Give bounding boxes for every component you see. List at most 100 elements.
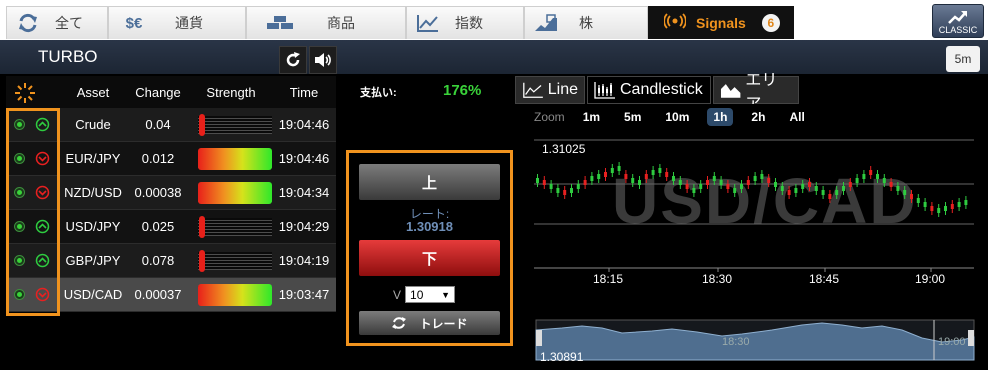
asset-change: 0.025: [141, 219, 175, 234]
candle-body: [672, 176, 675, 181]
strength-meter: [198, 113, 272, 136]
line-chart-icon: [523, 82, 543, 98]
header-asset: Asset: [76, 84, 110, 100]
put-button[interactable]: 下: [359, 240, 500, 276]
candle-body: [570, 188, 573, 193]
strength-cell: [190, 113, 272, 136]
trade-box: 上 レート: 1.30918 下 V 10 ▼ トレード: [346, 150, 513, 346]
navigator-tick-label: 18:30: [722, 336, 750, 348]
price-low-label: 1.30891: [540, 350, 584, 364]
strength-cell: [190, 283, 272, 306]
candle-body: [794, 188, 798, 193]
price-high-label: 1.31025: [542, 142, 586, 156]
area-chart-icon: [720, 84, 741, 98]
panel-titlebar: TURBO 5m: [0, 40, 988, 74]
candle-body: [624, 174, 628, 179]
amount-row: V 10 ▼: [393, 286, 456, 303]
rate-value: 1.30918: [406, 219, 453, 234]
strength-meter: [198, 215, 272, 238]
asset-time: 19:04:34: [278, 185, 330, 200]
signal-highlight-frame: [6, 108, 60, 316]
amount-select[interactable]: 10 ▼: [405, 286, 456, 303]
classic-button[interactable]: CLASSIC: [932, 4, 984, 38]
x-tick-label: 18:45: [809, 272, 840, 286]
tab-area-chart[interactable]: エリア: [713, 72, 799, 113]
candle-body: [828, 194, 832, 199]
tab-candlestick-chart[interactable]: Candlestick: [587, 76, 711, 104]
candle-body: [678, 180, 682, 185]
navigator-left-handle[interactable]: [536, 330, 542, 346]
sound-button[interactable]: [309, 46, 337, 74]
stock-icon: [533, 12, 559, 34]
candle-body: [563, 190, 567, 195]
x-tick-label: 18:30: [702, 272, 733, 286]
candle-body: [712, 176, 716, 181]
line-chart-icon: [415, 12, 441, 34]
candle-body: [726, 184, 730, 189]
tab-currency[interactable]: $€ 通貨: [108, 6, 246, 39]
candle-body: [740, 184, 743, 189]
strength-meter: [198, 283, 272, 306]
table-header: Asset Change Strength Time: [6, 76, 336, 108]
speaker-icon: [315, 53, 331, 67]
refresh-icon: [286, 52, 300, 67]
candle-body: [774, 182, 777, 187]
strength-meter-fill: [199, 249, 205, 272]
price-chart[interactable]: Zoom 1m 5m 10m 1h 2h All USD/CAD 1.31025…: [522, 104, 982, 370]
candle-body: [542, 180, 546, 185]
navigator-right-handle[interactable]: [968, 330, 974, 346]
strength-meter-fill: [199, 113, 205, 136]
tab-all[interactable]: 全て: [6, 6, 108, 39]
amount-value: 10: [410, 287, 424, 302]
tab-indices[interactable]: 指数: [406, 6, 524, 39]
signals-count-badge: 6: [761, 13, 780, 32]
currency-icon: $€: [125, 14, 143, 32]
tab-candlestick-label: Candlestick: [620, 81, 703, 98]
candle-body: [896, 186, 900, 191]
refresh-button[interactable]: [279, 46, 307, 74]
candle-body: [882, 178, 886, 183]
gold-bars-icon: [263, 12, 297, 34]
candle-body: [910, 194, 913, 199]
x-tick-label: 19:00: [915, 272, 946, 286]
trade-button[interactable]: トレード: [359, 311, 500, 335]
tab-line-chart-label: Line: [547, 81, 578, 98]
candle-body: [651, 170, 655, 175]
strength-meter-track: [198, 251, 272, 270]
candle-body: [699, 184, 703, 189]
candle-body: [760, 174, 764, 179]
candlestick-plot: [534, 139, 975, 361]
candle-body: [746, 180, 750, 185]
candle-body: [801, 184, 805, 189]
tab-line-chart[interactable]: Line: [515, 76, 585, 104]
tab-signals[interactable]: Signals 6: [648, 6, 794, 39]
candle-body: [814, 186, 818, 191]
sun-icon[interactable]: [14, 82, 36, 109]
tab-indices-label: 指数: [455, 15, 483, 31]
strength-meter: [198, 181, 272, 204]
candle-body: [944, 206, 947, 211]
timeframe-button[interactable]: 5m: [946, 46, 980, 72]
strength-meter-fill: [199, 215, 205, 238]
candle-body: [590, 176, 594, 181]
candle-body: [536, 178, 539, 183]
call-button[interactable]: 上: [359, 164, 500, 200]
tab-stocks[interactable]: 株: [524, 6, 648, 39]
candle-body: [923, 202, 927, 207]
candle-body: [835, 190, 839, 195]
candle-body: [631, 178, 635, 183]
candle-body: [848, 182, 852, 187]
candle-body: [733, 188, 737, 193]
asset-change: 0.00038: [134, 185, 182, 200]
market-tab-bar: 全て $€ 通貨 商品 指数 株 Signals 6 CLASSIC: [0, 0, 988, 40]
strength-cell: [190, 147, 272, 170]
classic-label: CLASSIC: [938, 25, 978, 35]
asset-time: 19:04:19: [278, 253, 330, 268]
candle-body: [610, 168, 614, 173]
trade-button-label: トレード: [419, 316, 468, 331]
asset-change: 0.00037: [134, 287, 182, 302]
tab-commodities[interactable]: 商品: [246, 6, 406, 39]
asset-name: Crude: [75, 117, 111, 132]
candle-body: [576, 184, 580, 189]
strength-meter-track: [198, 115, 272, 134]
